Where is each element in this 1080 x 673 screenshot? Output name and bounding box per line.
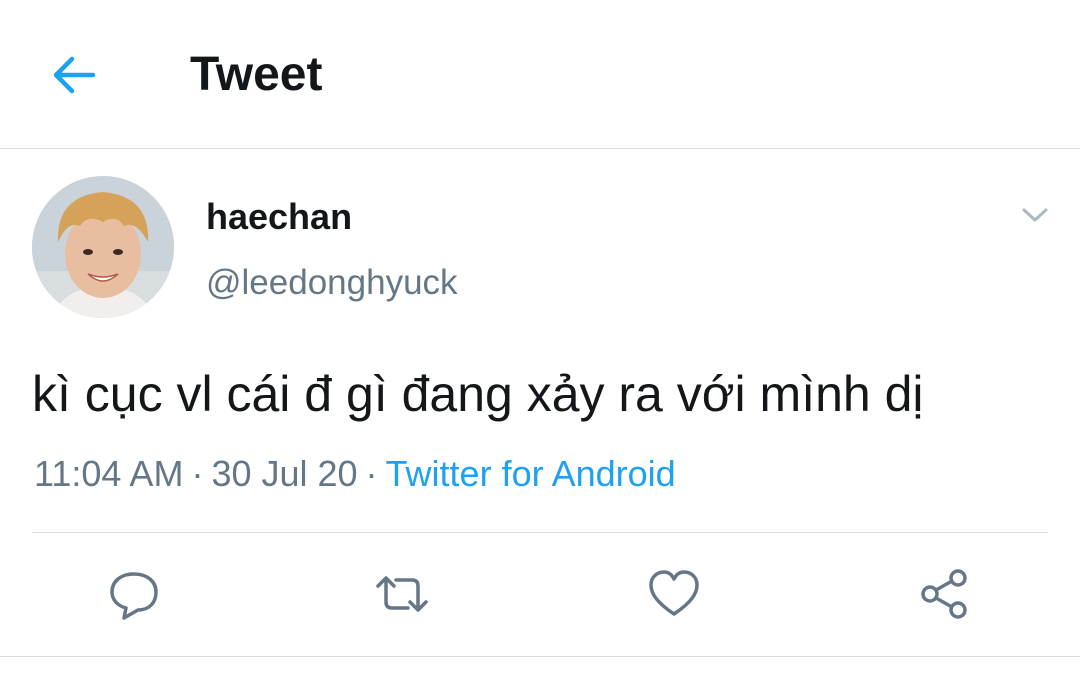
tweet-time: 11:04 AM bbox=[34, 453, 184, 494]
tweet-text: kì cục vl cái đ gì đang xảy ra với mình … bbox=[32, 366, 924, 422]
divider bbox=[32, 532, 1048, 533]
like-button[interactable] bbox=[646, 566, 702, 622]
top-app-bar: Tweet bbox=[0, 0, 1080, 149]
meta-separator: · bbox=[365, 453, 378, 494]
avatar[interactable] bbox=[32, 176, 174, 318]
reply-icon bbox=[110, 572, 158, 620]
heart-icon bbox=[649, 570, 699, 616]
user-handle[interactable]: @leedonghyuck bbox=[206, 262, 458, 304]
tweet-meta: 11:04 AM · 30 Jul 20 · Twitter for Android bbox=[34, 452, 676, 496]
retweet-button[interactable] bbox=[374, 566, 430, 622]
page-title: Tweet bbox=[190, 48, 323, 101]
back-button[interactable] bbox=[48, 52, 98, 98]
tweet-date: 30 Jul 20 bbox=[211, 453, 358, 494]
share-icon bbox=[921, 569, 967, 619]
tweet-menu-button[interactable] bbox=[1018, 200, 1052, 230]
arrow-left-icon bbox=[53, 56, 96, 94]
avatar-photo bbox=[32, 176, 174, 318]
meta-separator: · bbox=[191, 453, 204, 494]
tweet-source-link[interactable]: Twitter for Android bbox=[386, 453, 676, 494]
retweet-icon bbox=[376, 576, 428, 612]
reply-button[interactable] bbox=[106, 566, 162, 622]
divider bbox=[0, 656, 1080, 657]
chevron-down-icon bbox=[1022, 208, 1048, 222]
display-name[interactable]: haechan bbox=[206, 196, 352, 238]
share-button[interactable] bbox=[916, 566, 972, 622]
